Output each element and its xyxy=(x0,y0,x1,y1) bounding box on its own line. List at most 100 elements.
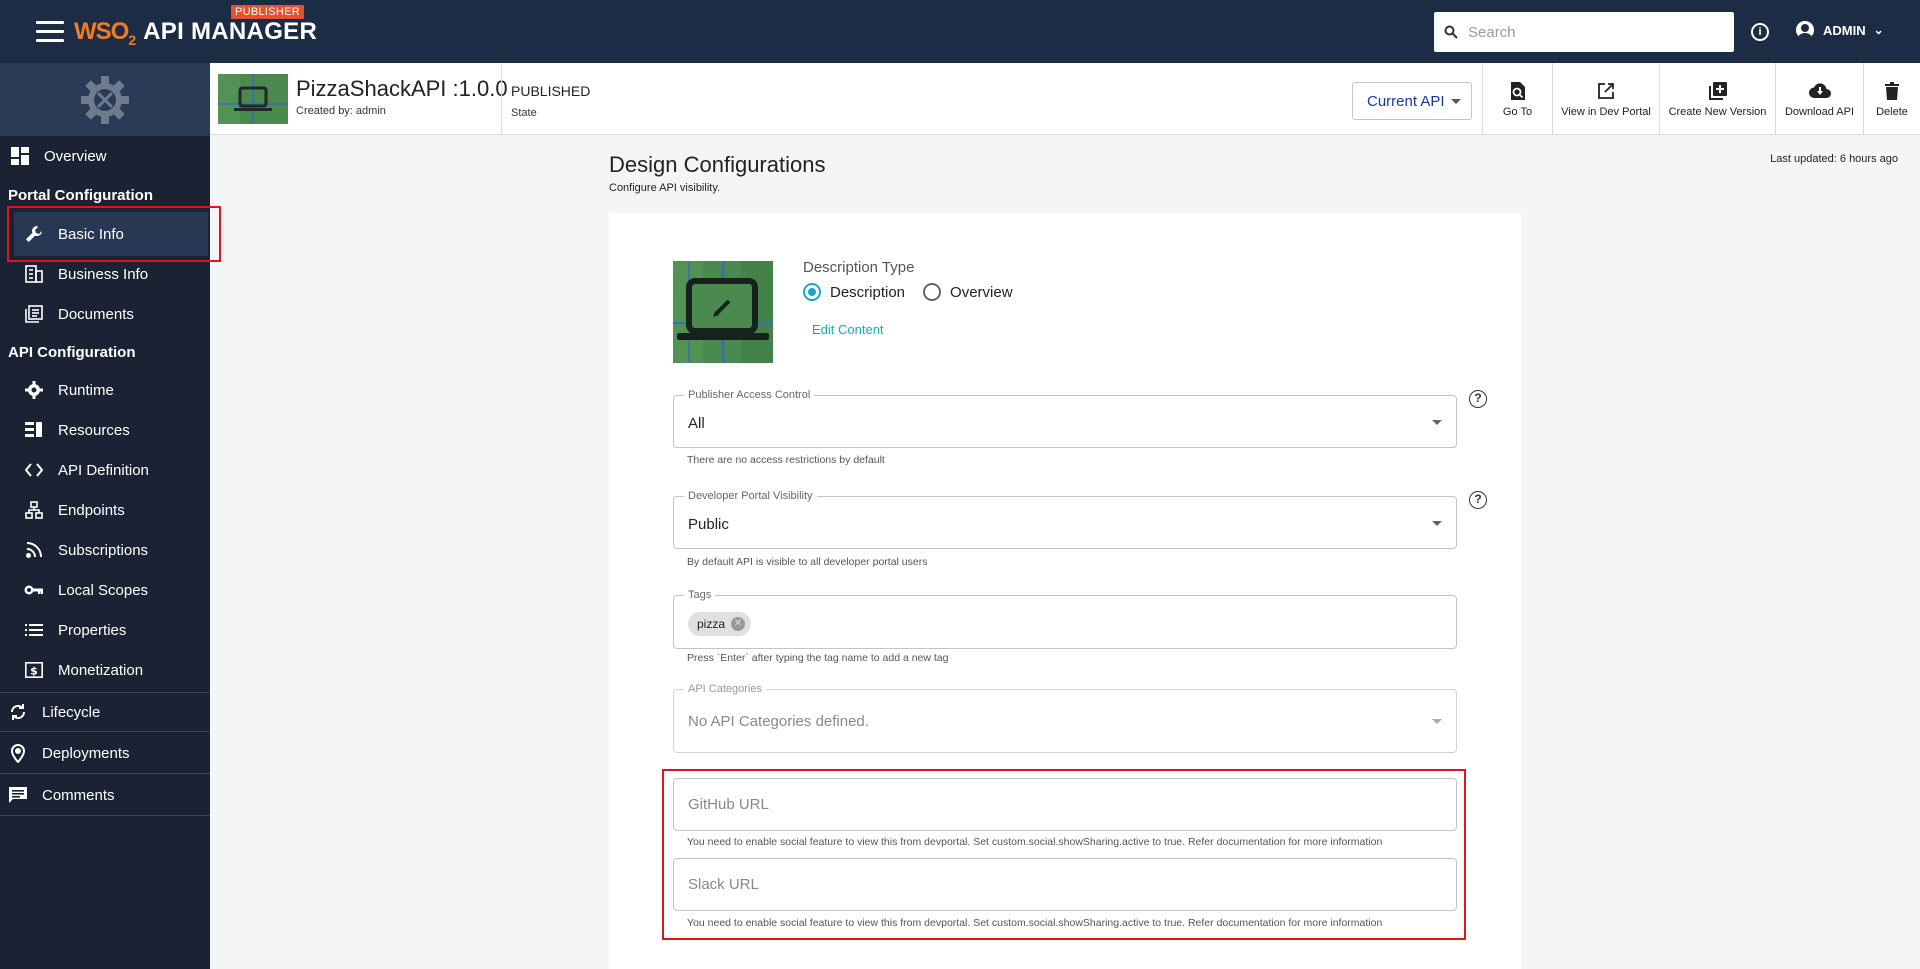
remove-tag-icon[interactable]: ✕ xyxy=(731,617,746,631)
sidebar-header xyxy=(0,63,210,136)
radio-overview[interactable] xyxy=(923,283,942,301)
key-icon xyxy=(24,580,44,600)
nav-comments[interactable]: Comments xyxy=(0,784,210,806)
create-new-version-label: Create New Version xyxy=(1668,106,1767,118)
nav-endpoints-label: Endpoints xyxy=(58,501,125,519)
go-to-label: Go To xyxy=(1502,106,1533,118)
nav-subscriptions[interactable]: Subscriptions xyxy=(0,540,210,560)
download-api-button[interactable]: Download API xyxy=(1776,63,1863,135)
business-icon xyxy=(24,264,44,284)
nav-business-info-label: Business Info xyxy=(58,265,149,283)
account-icon xyxy=(1796,21,1814,39)
delete-label: Delete xyxy=(1876,106,1908,118)
nav-deployments-label: Deployments xyxy=(42,744,130,762)
rss-icon xyxy=(24,540,44,560)
list-icon xyxy=(24,620,44,640)
dropdown-arrow-icon xyxy=(1432,521,1442,526)
nav-deployments[interactable]: Deployments xyxy=(0,742,210,764)
search-input[interactable] xyxy=(1468,23,1708,41)
page-title: Design Configurations xyxy=(609,152,826,177)
radio-description[interactable] xyxy=(803,283,821,301)
publisher-access-control-helper: There are no access restrictions by defa… xyxy=(687,454,885,466)
go-to-button[interactable]: Go To xyxy=(1483,63,1552,135)
nav-resources[interactable]: Resources xyxy=(0,420,210,440)
tags-helper: Press `Enter` after typing the tag name … xyxy=(687,652,949,664)
version-select[interactable]: Current API xyxy=(1352,82,1472,120)
nav-documents[interactable]: Documents xyxy=(0,304,210,324)
publisher-badge: PUBLISHER xyxy=(231,5,305,19)
nav-comments-label: Comments xyxy=(42,786,115,804)
nav-properties[interactable]: Properties xyxy=(0,620,210,640)
dropdown-arrow-icon xyxy=(1432,420,1442,425)
user-name: ADMIN xyxy=(1823,22,1866,38)
sidebar-divider xyxy=(0,731,210,732)
nav-runtime-label: Runtime xyxy=(58,381,114,399)
api-categories-select[interactable]: API Categories No API Categories defined… xyxy=(673,683,1457,753)
create-new-version-button[interactable]: Create New Version xyxy=(1660,63,1775,135)
nav-api-definition-label: API Definition xyxy=(58,461,149,479)
library-add-icon xyxy=(1708,80,1728,102)
portal-config-heading: Portal Configuration xyxy=(8,187,153,204)
dashboard-icon xyxy=(10,146,30,166)
logo-brand: WSO2 xyxy=(74,18,136,48)
nav-endpoints[interactable]: Endpoints xyxy=(0,500,210,520)
dev-portal-visibility-select[interactable]: Developer Portal Visibility Public xyxy=(673,490,1457,549)
publisher-access-control-label: Publisher Access Control xyxy=(684,389,815,401)
highlight-social-urls xyxy=(662,769,1466,940)
resources-icon xyxy=(24,420,44,440)
nav-api-definition[interactable]: API Definition xyxy=(0,460,210,480)
view-in-dev-portal-button[interactable]: View in Dev Portal xyxy=(1553,63,1659,135)
comment-icon xyxy=(8,785,28,805)
help-icon[interactable]: ? xyxy=(1469,491,1487,509)
nav-business-info[interactable]: Business Info xyxy=(0,264,210,284)
api-settings-icon xyxy=(81,75,129,124)
dropdown-arrow-icon xyxy=(1432,719,1442,724)
nav-lifecycle[interactable]: Lifecycle xyxy=(0,701,210,723)
api-state-label: State xyxy=(511,107,537,119)
nav-subscriptions-label: Subscriptions xyxy=(58,541,149,559)
api-thumbnail-editor[interactable] xyxy=(673,261,773,363)
nav-runtime[interactable]: Runtime xyxy=(0,380,210,400)
tags-input[interactable]: Tags pizza ✕ xyxy=(673,589,1457,649)
dev-portal-visibility-label: Developer Portal Visibility xyxy=(684,490,817,502)
description-type-label: Description Type xyxy=(803,259,915,276)
dev-portal-visibility-value: Public xyxy=(688,516,729,533)
view-in-dev-portal-label: View in Dev Portal xyxy=(1561,106,1651,118)
version-select-value: Current API xyxy=(1367,92,1445,110)
user-menu[interactable]: ADMIN ⌄ xyxy=(1796,21,1884,39)
description-type-group: Description Overview xyxy=(803,283,1013,301)
publisher-access-control-value: All xyxy=(688,415,705,432)
chevron-down-icon: ⌄ xyxy=(1873,23,1884,37)
location-pin-icon xyxy=(8,743,28,763)
page-subtitle: Configure API visibility. xyxy=(609,182,721,194)
endpoints-icon xyxy=(24,500,44,520)
info-icon[interactable]: i xyxy=(1751,23,1769,41)
nav-monetization-label: Monetization xyxy=(58,661,144,679)
sidebar-divider xyxy=(0,815,210,816)
api-categories-value: No API Categories defined. xyxy=(688,713,869,730)
nav-documents-label: Documents xyxy=(58,305,134,323)
cloud-download-icon xyxy=(1808,80,1831,102)
edit-content-button[interactable]: Edit Content xyxy=(812,322,884,337)
tag-chip[interactable]: pizza ✕ xyxy=(688,612,752,636)
nav-monetization[interactable]: $ Monetization xyxy=(0,660,210,680)
refresh-icon xyxy=(8,702,28,722)
help-icon[interactable]: ? xyxy=(1469,390,1487,408)
money-icon: $ xyxy=(24,660,44,680)
sidebar-divider xyxy=(0,692,210,693)
search-box xyxy=(1434,12,1734,52)
last-updated: Last updated: 6 hours ago xyxy=(1770,153,1898,165)
nav-local-scopes[interactable]: Local Scopes xyxy=(0,580,210,600)
delete-button[interactable]: Delete xyxy=(1864,63,1920,135)
nav-overview[interactable]: Overview xyxy=(0,144,210,168)
publisher-access-control-select[interactable]: Publisher Access Control All xyxy=(673,389,1457,448)
api-header-bar: PizzaShackAPI :1.0.0 Created by: admin P… xyxy=(210,63,1920,135)
code-icon xyxy=(24,460,44,480)
nav-lifecycle-label: Lifecycle xyxy=(42,703,101,721)
nav-overview-label: Overview xyxy=(44,147,107,165)
app-logo[interactable]: WSO2 API MANAGER xyxy=(74,18,317,48)
find-in-page-icon xyxy=(1509,80,1527,102)
menu-icon[interactable] xyxy=(36,21,64,43)
nav-resources-label: Resources xyxy=(58,421,130,439)
api-creator: Created by: admin xyxy=(296,105,386,117)
